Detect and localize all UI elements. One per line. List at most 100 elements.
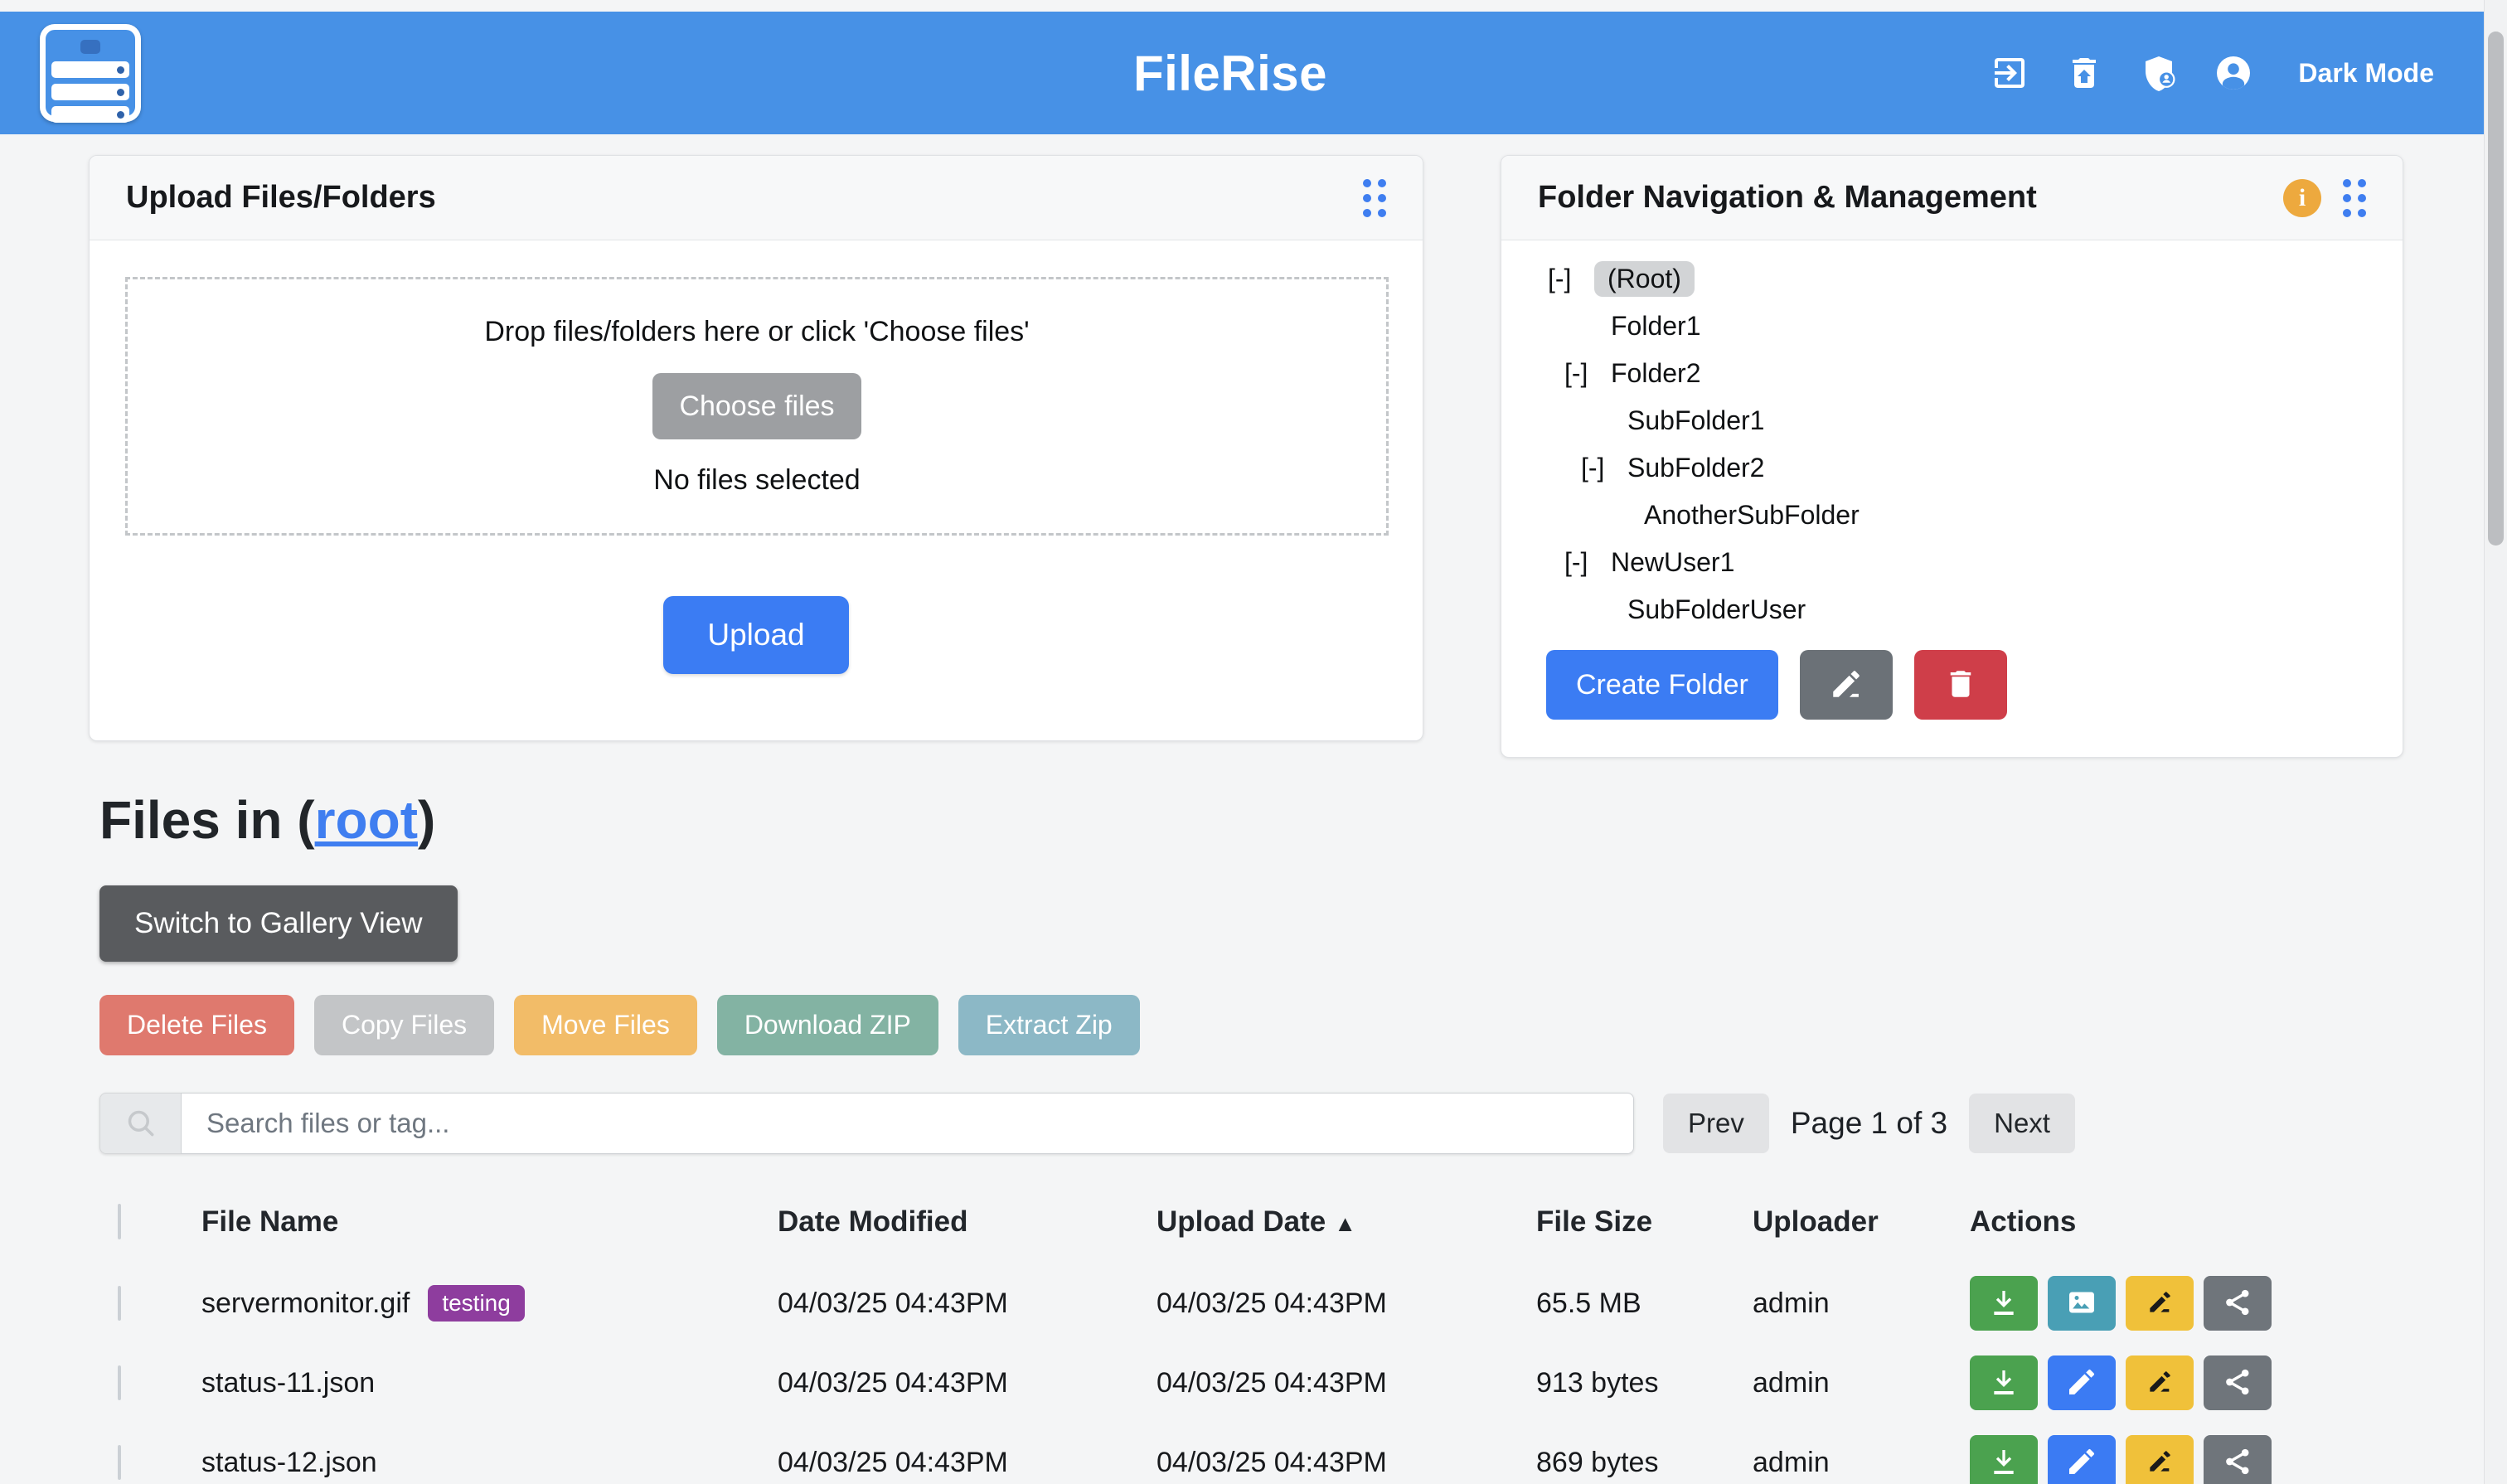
- folder-tree-item[interactable]: SubFolderUser: [1544, 586, 1860, 633]
- folder-tree-item[interactable]: [-] NewUser1: [1544, 539, 1860, 586]
- upload-button[interactable]: Upload: [663, 596, 849, 674]
- delete-folder-button[interactable]: [1914, 650, 2007, 720]
- file-dropzone[interactable]: Drop files/folders here or click 'Choose…: [125, 277, 1389, 536]
- download-button[interactable]: [1970, 1435, 2038, 1484]
- uploader: admin: [1753, 1447, 1970, 1479]
- column-header-actions: Actions: [1970, 1205, 2412, 1239]
- admin-shield-icon[interactable]: [2139, 53, 2179, 93]
- uploader: admin: [1753, 1367, 1970, 1399]
- dark-mode-toggle[interactable]: Dark Mode: [2298, 58, 2434, 89]
- select-all-checkbox[interactable]: [118, 1204, 121, 1239]
- choose-files-button[interactable]: Choose files: [652, 373, 861, 439]
- folder-tree-item[interactable]: SubFolder1: [1544, 397, 1860, 444]
- file-name[interactable]: status-11.json: [201, 1367, 375, 1399]
- table-header-row: File Name Date Modified Upload Date▲ Fil…: [99, 1194, 2412, 1250]
- upload-card-title: Upload Files/Folders: [126, 180, 436, 216]
- tree-toggle[interactable]: [-]: [1581, 453, 1627, 483]
- folder-tree-item[interactable]: Folder1: [1544, 303, 1860, 350]
- date-modified: 04/03/25 04:43PM: [778, 1447, 1157, 1479]
- upload-date: 04/03/25 04:43PM: [1157, 1447, 1536, 1479]
- share-button[interactable]: [2204, 1355, 2272, 1410]
- row-checkbox[interactable]: [118, 1445, 121, 1480]
- row-actions: [1970, 1276, 2412, 1331]
- tree-toggle[interactable]: [-]: [1564, 547, 1611, 578]
- share-button[interactable]: [2204, 1435, 2272, 1484]
- tree-folder-label[interactable]: Folder2: [1611, 358, 1701, 389]
- download-zip-button[interactable]: Download ZIP: [717, 995, 938, 1055]
- rename-pencil-icon: [2143, 1445, 2176, 1481]
- extract-zip-button[interactable]: Extract Zip: [958, 995, 1140, 1055]
- tree-folder-label[interactable]: NewUser1: [1611, 547, 1734, 578]
- row-actions: [1970, 1355, 2412, 1410]
- tree-folder-label[interactable]: AnotherSubFolder: [1644, 500, 1860, 531]
- tree-folder-label[interactable]: SubFolder2: [1627, 453, 1764, 483]
- folder-tree-item[interactable]: [-] Folder2: [1544, 350, 1860, 397]
- no-files-selected-text: No files selected: [653, 464, 860, 497]
- copy-files-button[interactable]: Copy Files: [314, 995, 494, 1055]
- rename-tag-button[interactable]: [2126, 1276, 2194, 1331]
- column-header-upload-date[interactable]: Upload Date▲: [1157, 1205, 1536, 1239]
- rename-folder-button[interactable]: [1800, 650, 1893, 720]
- uploader: admin: [1753, 1288, 1970, 1320]
- share-icon: [2221, 1286, 2254, 1322]
- download-button[interactable]: [1970, 1355, 2038, 1410]
- tree-folder-label[interactable]: Folder1: [1611, 311, 1701, 342]
- delete-files-button[interactable]: Delete Files: [99, 995, 294, 1055]
- create-folder-button[interactable]: Create Folder: [1546, 650, 1778, 720]
- pencil-icon: [1829, 667, 1864, 704]
- file-name[interactable]: status-12.json: [201, 1447, 377, 1479]
- file-name[interactable]: servermonitor.gif: [201, 1288, 410, 1320]
- column-header-date-modified[interactable]: Date Modified: [778, 1205, 1157, 1239]
- next-page-button[interactable]: Next: [1969, 1094, 2075, 1153]
- column-header-file-name[interactable]: File Name: [201, 1205, 778, 1239]
- scrollbar-thumb[interactable]: [2488, 32, 2504, 546]
- column-header-file-size[interactable]: File Size: [1536, 1205, 1753, 1239]
- upload-card: Upload Files/Folders Drop files/folders …: [89, 155, 1423, 741]
- share-button[interactable]: [2204, 1276, 2272, 1331]
- preview-or-edit-button[interactable]: [2048, 1435, 2116, 1484]
- file-size: 869 bytes: [1536, 1447, 1753, 1479]
- drag-handle-icon[interactable]: [2343, 179, 2366, 217]
- share-icon: [2221, 1445, 2254, 1481]
- dropzone-instruction: Drop files/folders here or click 'Choose…: [484, 316, 1029, 348]
- rename-tag-button[interactable]: [2126, 1355, 2194, 1410]
- switch-gallery-view-button[interactable]: Switch to Gallery View: [99, 885, 458, 962]
- table-row: status-12.json 04/03/25 04:43PM 04/03/25…: [99, 1423, 2412, 1484]
- folder-navigation-card: Folder Navigation & Management i [-] (Ro…: [1501, 155, 2403, 758]
- folder-action-buttons: Create Folder: [1546, 650, 2007, 720]
- move-files-button[interactable]: Move Files: [514, 995, 697, 1055]
- tree-toggle[interactable]: [-]: [1548, 264, 1594, 294]
- logo-drive-bar: [51, 106, 129, 123]
- rename-tag-button[interactable]: [2126, 1435, 2194, 1484]
- search-input[interactable]: [181, 1093, 1634, 1154]
- download-button[interactable]: [1970, 1276, 2038, 1331]
- date-modified: 04/03/25 04:43PM: [778, 1288, 1157, 1320]
- tree-folder-label[interactable]: SubFolderUser: [1627, 594, 1806, 625]
- table-row: servermonitor.gif testing 04/03/25 04:43…: [99, 1263, 2412, 1343]
- row-checkbox[interactable]: [118, 1365, 121, 1400]
- info-icon[interactable]: i: [2283, 179, 2321, 217]
- page-indicator: Page 1 of 3: [1791, 1106, 1947, 1141]
- logout-icon[interactable]: [1990, 53, 2029, 93]
- prev-page-button[interactable]: Prev: [1663, 1094, 1769, 1153]
- tree-folder-label[interactable]: SubFolder1: [1627, 405, 1764, 436]
- drag-handle-icon[interactable]: [1363, 179, 1386, 217]
- account-circle-icon[interactable]: [2214, 53, 2253, 93]
- image-preview-icon: [2065, 1286, 2098, 1322]
- folder-tree-item[interactable]: [-] (Root): [1544, 255, 1860, 303]
- folder-tree-item[interactable]: AnotherSubFolder: [1544, 492, 1860, 539]
- row-checkbox[interactable]: [118, 1286, 121, 1321]
- edit-pencil-icon: [2065, 1445, 2098, 1481]
- column-header-uploader[interactable]: Uploader: [1753, 1205, 1970, 1239]
- files-heading: Files in (root): [99, 789, 435, 851]
- folder-tree-item[interactable]: [-] SubFolder2: [1544, 444, 1860, 492]
- folder-card-title: Folder Navigation & Management: [1538, 180, 2037, 216]
- preview-or-edit-button[interactable]: [2048, 1355, 2116, 1410]
- bulk-action-buttons: Delete Files Copy Files Move Files Download…: [99, 995, 1140, 1055]
- restore-from-trash-icon[interactable]: [2064, 53, 2104, 93]
- root-folder-link[interactable]: root: [315, 790, 418, 850]
- page-scrollbar[interactable]: [2484, 0, 2507, 1484]
- tree-toggle[interactable]: [-]: [1564, 358, 1611, 389]
- tree-folder-label[interactable]: (Root): [1594, 261, 1695, 297]
- preview-or-edit-button[interactable]: [2048, 1276, 2116, 1331]
